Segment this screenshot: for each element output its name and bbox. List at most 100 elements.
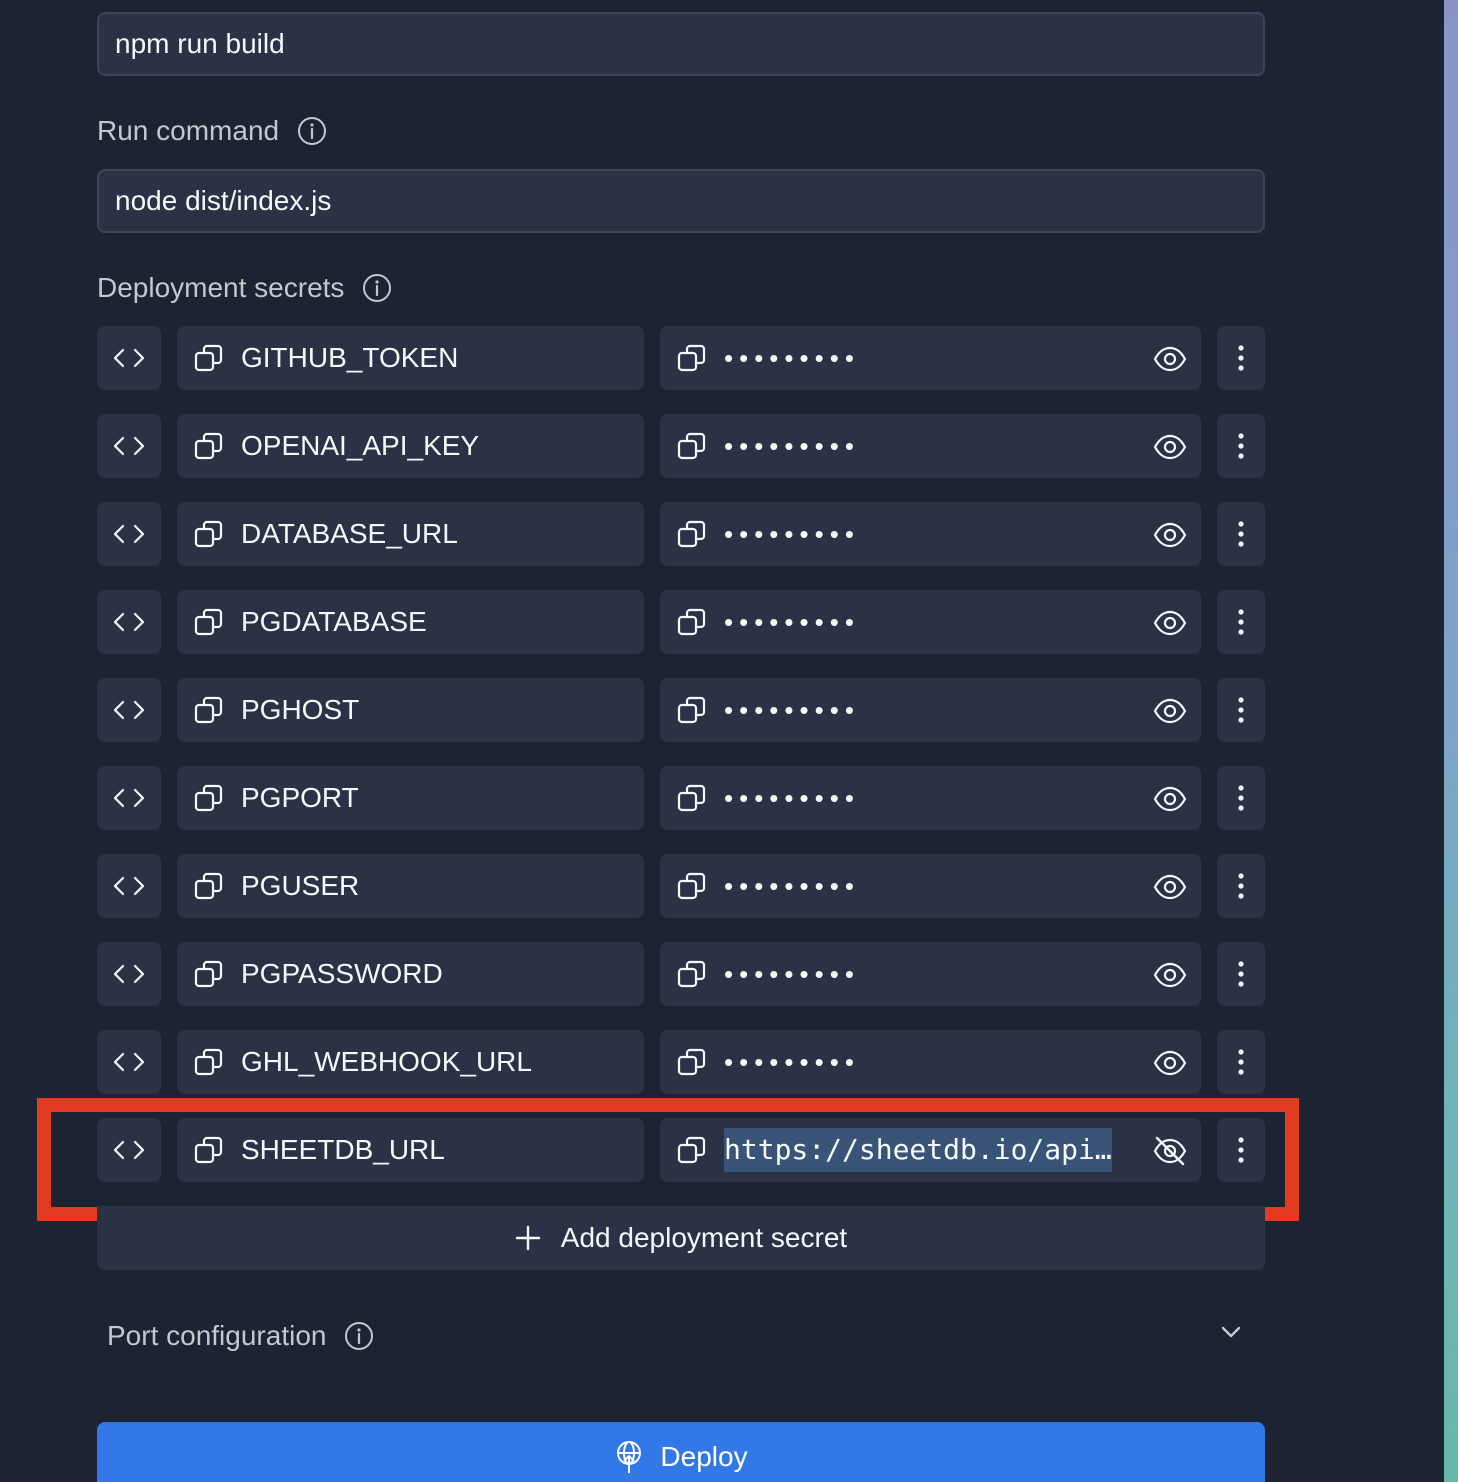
- edit-as-code-button[interactable]: [97, 326, 161, 390]
- copy-icon[interactable]: [193, 518, 225, 550]
- secret-key-field[interactable]: GHL_WEBHOOK_URL: [177, 1030, 644, 1094]
- edit-as-code-button[interactable]: [97, 414, 161, 478]
- eye-icon[interactable]: [1153, 342, 1187, 376]
- eye-icon[interactable]: [1153, 430, 1187, 464]
- copy-icon[interactable]: [193, 958, 225, 990]
- edit-as-code-button[interactable]: [97, 766, 161, 830]
- code-brackets-icon: [113, 876, 145, 896]
- info-circle-icon[interactable]: [362, 273, 392, 303]
- run-command-label: Run command: [97, 114, 327, 148]
- secret-value-field[interactable]: •••••••••: [660, 414, 1201, 478]
- deploy-button[interactable]: Deploy: [97, 1422, 1265, 1482]
- chevron-down-icon[interactable]: [1219, 1320, 1243, 1344]
- secret-value-field[interactable]: https://sheetdb.io/api/…: [660, 1118, 1201, 1182]
- eye-off-icon[interactable]: [1153, 1134, 1187, 1168]
- eye-icon[interactable]: [1153, 606, 1187, 640]
- secret-menu-button[interactable]: [1217, 942, 1265, 1006]
- secret-value: •••••••••: [724, 958, 860, 989]
- copy-icon[interactable]: [193, 430, 225, 462]
- secret-row: PGPORT •••••••••: [97, 766, 1265, 830]
- vertical-dots-icon: [1238, 521, 1244, 547]
- edit-as-code-button[interactable]: [97, 854, 161, 918]
- secret-value: •••••••••: [724, 606, 860, 637]
- secret-value-field[interactable]: •••••••••: [660, 326, 1201, 390]
- secret-row: PGHOST •••••••••: [97, 678, 1265, 742]
- port-configuration-toggle[interactable]: Port configuration: [107, 1316, 1255, 1356]
- add-deployment-secret-button[interactable]: Add deployment secret: [97, 1206, 1265, 1270]
- copy-icon[interactable]: [193, 342, 225, 374]
- copy-icon[interactable]: [193, 694, 225, 726]
- run-command-value: node dist/index.js: [115, 185, 332, 216]
- secret-value-field[interactable]: •••••••••: [660, 502, 1201, 566]
- secret-menu-button[interactable]: [1217, 1118, 1265, 1182]
- copy-icon[interactable]: [193, 870, 225, 902]
- info-circle-icon[interactable]: [297, 116, 327, 146]
- secret-value-field[interactable]: •••••••••: [660, 854, 1201, 918]
- secret-value-field[interactable]: •••••••••: [660, 1030, 1201, 1094]
- build-command-input[interactable]: npm run build: [97, 12, 1265, 76]
- secret-key: GITHUB_TOKEN: [241, 342, 459, 373]
- copy-icon[interactable]: [676, 430, 708, 462]
- secret-value-field[interactable]: •••••••••: [660, 678, 1201, 742]
- secret-key-field[interactable]: PGDATABASE: [177, 590, 644, 654]
- run-command-input[interactable]: node dist/index.js: [97, 169, 1265, 233]
- copy-icon[interactable]: [193, 1046, 225, 1078]
- eye-icon[interactable]: [1153, 518, 1187, 552]
- secret-menu-button[interactable]: [1217, 1030, 1265, 1094]
- secret-menu-button[interactable]: [1217, 414, 1265, 478]
- secret-row: GITHUB_TOKEN •••••••••: [97, 326, 1265, 390]
- copy-icon[interactable]: [676, 1046, 708, 1078]
- secret-menu-button[interactable]: [1217, 502, 1265, 566]
- secret-key-field[interactable]: PGHOST: [177, 678, 644, 742]
- window-edge-strip: [1444, 0, 1458, 1482]
- secret-key-field[interactable]: SHEETDB_URL: [177, 1118, 644, 1182]
- copy-icon[interactable]: [676, 782, 708, 814]
- edit-as-code-button[interactable]: [97, 590, 161, 654]
- eye-icon[interactable]: [1153, 694, 1187, 728]
- secret-value-field[interactable]: •••••••••: [660, 590, 1201, 654]
- copy-icon[interactable]: [676, 518, 708, 550]
- code-brackets-icon: [113, 1052, 145, 1072]
- edit-as-code-button[interactable]: [97, 1118, 161, 1182]
- secret-key: PGDATABASE: [241, 606, 427, 637]
- eye-icon[interactable]: [1153, 1046, 1187, 1080]
- copy-icon[interactable]: [193, 606, 225, 638]
- code-brackets-icon: [113, 700, 145, 720]
- secret-menu-button[interactable]: [1217, 678, 1265, 742]
- secret-value: •••••••••: [724, 870, 860, 901]
- secret-key: PGUSER: [241, 870, 360, 901]
- secret-key-field[interactable]: PGUSER: [177, 854, 644, 918]
- vertical-dots-icon: [1238, 697, 1244, 723]
- secret-value: •••••••••: [724, 430, 860, 461]
- edit-as-code-button[interactable]: [97, 502, 161, 566]
- secret-menu-button[interactable]: [1217, 766, 1265, 830]
- copy-icon[interactable]: [193, 782, 225, 814]
- secret-key-field[interactable]: PGPORT: [177, 766, 644, 830]
- secret-value-field[interactable]: •••••••••: [660, 942, 1201, 1006]
- edit-as-code-button[interactable]: [97, 942, 161, 1006]
- copy-icon[interactable]: [676, 606, 708, 638]
- secret-menu-button[interactable]: [1217, 326, 1265, 390]
- secret-menu-button[interactable]: [1217, 590, 1265, 654]
- copy-icon[interactable]: [676, 342, 708, 374]
- copy-icon[interactable]: [676, 870, 708, 902]
- vertical-dots-icon: [1238, 433, 1244, 459]
- secret-value-field[interactable]: •••••••••: [660, 766, 1201, 830]
- secret-key-field[interactable]: PGPASSWORD: [177, 942, 644, 1006]
- copy-icon[interactable]: [193, 1134, 225, 1166]
- eye-icon[interactable]: [1153, 958, 1187, 992]
- eye-icon[interactable]: [1153, 870, 1187, 904]
- edit-as-code-button[interactable]: [97, 678, 161, 742]
- secret-menu-button[interactable]: [1217, 854, 1265, 918]
- copy-icon[interactable]: [676, 1134, 708, 1166]
- secret-key-field[interactable]: OPENAI_API_KEY: [177, 414, 644, 478]
- edit-as-code-button[interactable]: [97, 1030, 161, 1094]
- copy-icon[interactable]: [676, 958, 708, 990]
- code-brackets-icon: [113, 612, 145, 632]
- copy-icon[interactable]: [676, 694, 708, 726]
- info-circle-icon[interactable]: [344, 1321, 374, 1351]
- secret-key-field[interactable]: DATABASE_URL: [177, 502, 644, 566]
- add-deployment-secret-label: Add deployment secret: [560, 1222, 848, 1253]
- eye-icon[interactable]: [1153, 782, 1187, 816]
- secret-key-field[interactable]: GITHUB_TOKEN: [177, 326, 644, 390]
